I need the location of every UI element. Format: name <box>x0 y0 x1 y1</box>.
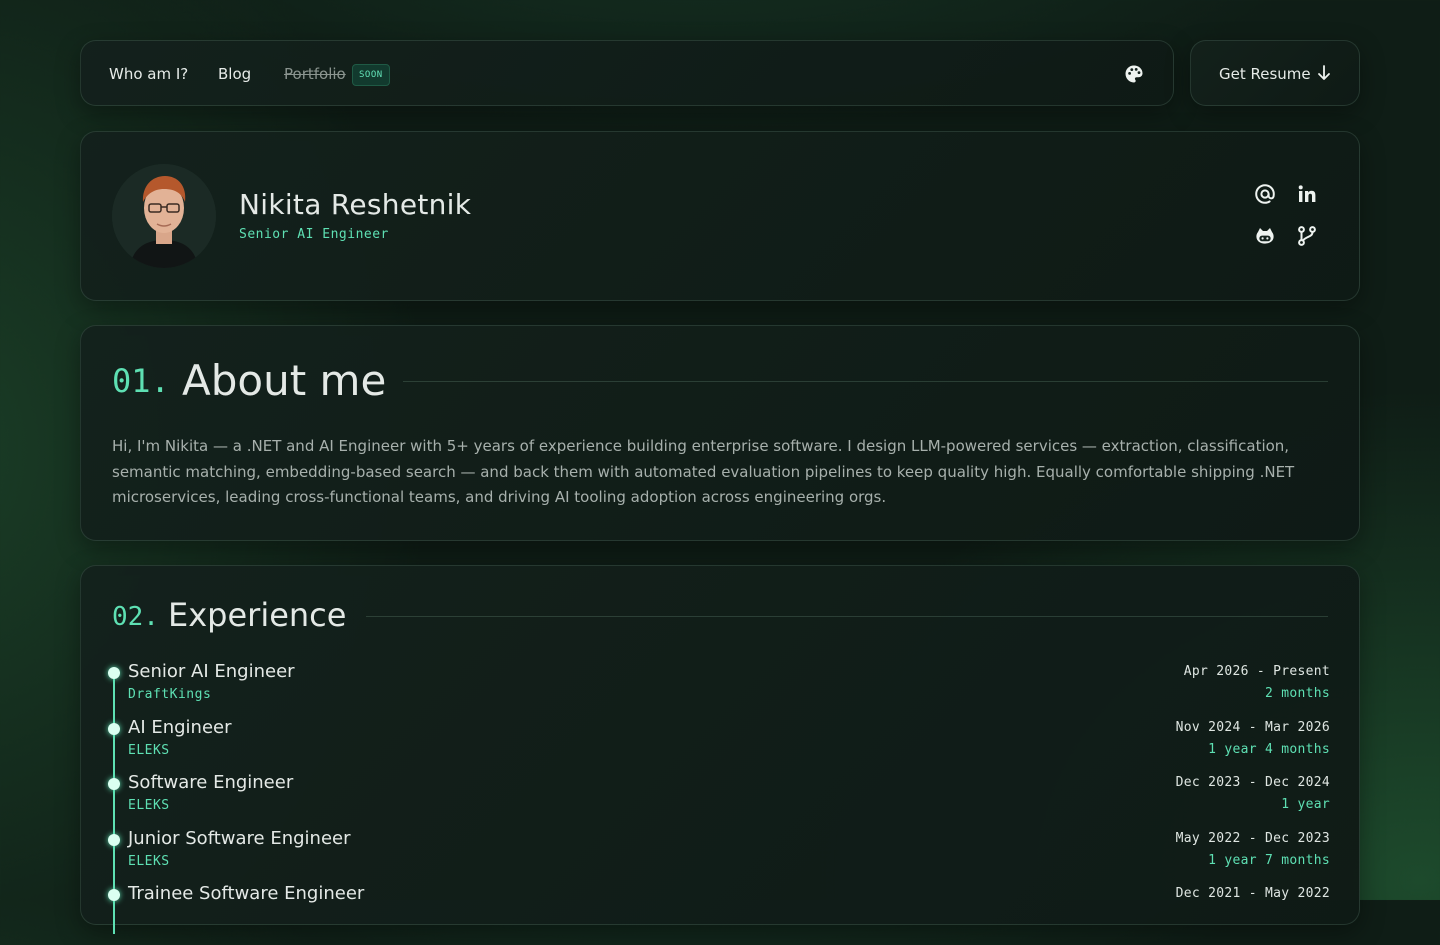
job-duration: 2 months <box>1264 686 1330 701</box>
profile-name: Nikita Reshetnik <box>239 188 472 221</box>
job-title: Junior Software Engineer <box>128 828 351 849</box>
job-dates: Dec 2023 - Dec 2024 <box>1175 775 1330 790</box>
timeline-item: Trainee Software Engineer Dec 2021 - May… <box>81 883 1361 945</box>
job-company: DraftKings <box>128 687 212 702</box>
section-number: 02. <box>112 602 159 632</box>
profile-role: Senior AI Engineer <box>239 227 389 242</box>
timeline-item: Software Engineer ELEKS Dec 2023 - Dec 2… <box>81 772 1361 834</box>
email-icon[interactable] <box>1254 183 1276 205</box>
get-resume-label: Get Resume <box>1219 65 1311 83</box>
job-company: ELEKS <box>128 743 170 758</box>
job-dates: Nov 2024 - Mar 2026 <box>1175 720 1330 735</box>
job-title: Software Engineer <box>128 772 294 793</box>
timeline-dot <box>108 723 120 735</box>
avatar <box>112 164 216 268</box>
job-dates: Apr 2026 - Present <box>1183 664 1330 679</box>
job-title: Senior AI Engineer <box>128 661 295 682</box>
soon-badge: SOON <box>352 64 390 86</box>
nav-bar: Who am I? Blog Portfolio SOON <box>80 40 1174 106</box>
about-section: 01. About me Hi, I'm Nikita — a .NET and… <box>80 325 1360 541</box>
arrow-down-icon <box>1317 65 1331 81</box>
timeline-dot <box>108 834 120 846</box>
timeline-dot <box>108 667 120 679</box>
job-title: Trainee Software Engineer <box>128 883 365 904</box>
job-duration: 1 year 7 months <box>1208 853 1330 868</box>
job-duration: 1 year <box>1281 797 1330 812</box>
timeline-dot <box>108 778 120 790</box>
github-icon[interactable] <box>1254 225 1276 247</box>
profile-card: Nikita Reshetnik Senior AI Engineer <box>80 131 1360 301</box>
timeline-item: AI Engineer ELEKS Nov 2024 - Mar 2026 1 … <box>81 717 1361 779</box>
job-title: AI Engineer <box>128 717 232 738</box>
timeline-item: Junior Software Engineer ELEKS May 2022 … <box>81 828 1361 890</box>
linkedin-icon[interactable] <box>1296 183 1318 205</box>
section-number: 01. <box>112 362 170 400</box>
job-company: ELEKS <box>128 798 170 813</box>
nav-link-who-am-i[interactable]: Who am I? <box>109 65 188 83</box>
about-text: Hi, I'm Nikita — a .NET and AI Engineer … <box>112 437 1295 506</box>
palette-icon[interactable] <box>1124 64 1144 84</box>
section-title: Experience <box>168 596 347 634</box>
job-dates: Dec 2021 - May 2022 <box>1175 886 1330 901</box>
section-divider <box>403 381 1328 382</box>
get-resume-button[interactable]: Get Resume <box>1190 40 1360 106</box>
job-dates: May 2022 - Dec 2023 <box>1175 831 1330 846</box>
section-title: About me <box>182 356 387 405</box>
nav-link-blog[interactable]: Blog <box>218 65 251 83</box>
job-company: ELEKS <box>128 854 170 869</box>
section-divider <box>366 616 1328 617</box>
timeline-dot <box>108 889 120 901</box>
timeline-item: Senior AI Engineer DraftKings Apr 2026 -… <box>81 661 1361 723</box>
experience-section: 02. Experience Senior AI Engineer DraftK… <box>80 565 1361 934</box>
nav-link-portfolio: Portfolio <box>284 65 346 83</box>
git-branch-icon[interactable] <box>1296 225 1318 247</box>
job-duration: 1 year 4 months <box>1208 742 1330 757</box>
